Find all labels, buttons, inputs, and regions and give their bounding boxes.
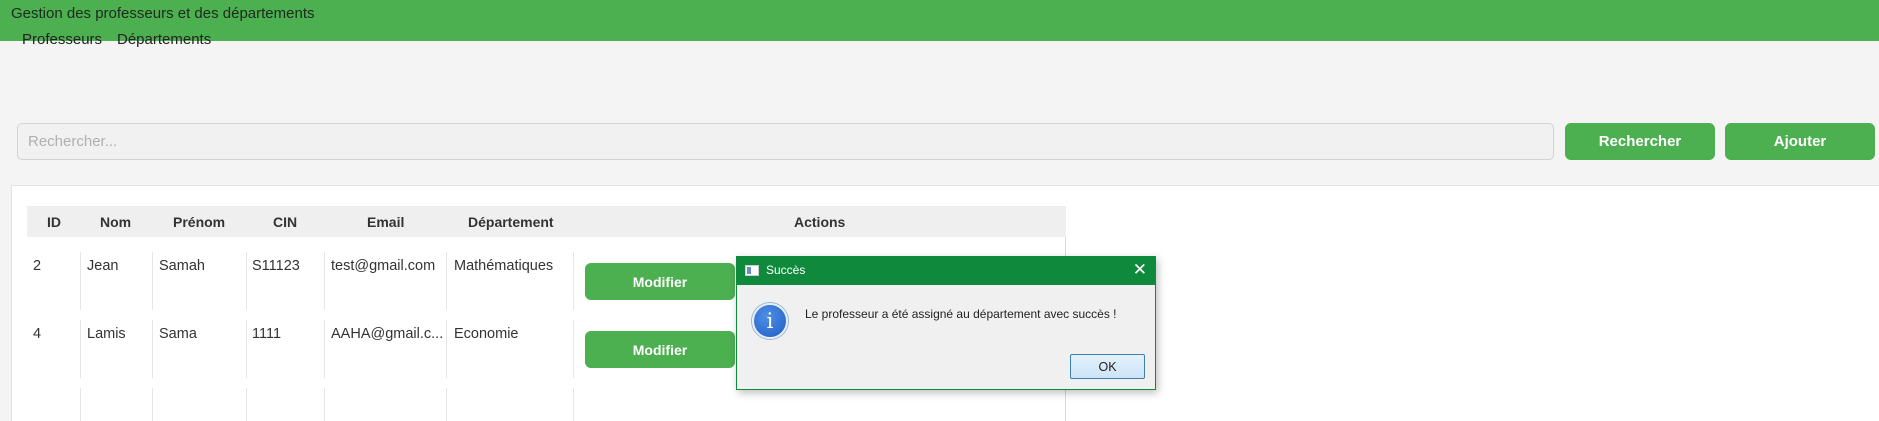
column-divider <box>573 252 574 310</box>
column-divider <box>446 320 447 378</box>
cell-id: 4 <box>33 326 42 342</box>
column-divider <box>80 252 81 310</box>
cell-email: AAHA@gmail.c... <box>331 326 443 342</box>
modify-button[interactable]: Modifier <box>585 263 735 300</box>
column-divider <box>324 388 325 421</box>
cell-nom: Jean <box>87 258 119 274</box>
column-divider <box>80 388 81 421</box>
ok-button[interactable]: OK <box>1070 354 1145 379</box>
info-icon: i <box>752 303 788 339</box>
menu-item-professeurs[interactable]: Professeurs <box>22 31 102 48</box>
search-input[interactable] <box>17 123 1554 160</box>
column-header-actions[interactable]: Actions <box>794 214 845 230</box>
cell-email: test@gmail.com <box>331 258 436 274</box>
column-divider <box>152 320 153 378</box>
window-icon <box>745 265 759 276</box>
column-divider <box>573 388 574 421</box>
dialog-message: Le professeur a été assigné au départeme… <box>805 307 1117 321</box>
cell-departement: Mathématiques <box>454 258 554 274</box>
cell-departement: Economie <box>454 326 519 342</box>
column-divider <box>152 388 153 421</box>
column-header-prenom[interactable]: Prénom <box>173 214 225 230</box>
app-title: Gestion des professeurs et des départeme… <box>11 5 315 22</box>
column-divider <box>246 388 247 421</box>
column-divider <box>446 388 447 421</box>
cell-id: 2 <box>33 258 42 274</box>
column-divider <box>573 320 574 378</box>
cell-prenom: Sama <box>159 326 197 342</box>
cell-nom: Lamis <box>87 326 126 342</box>
column-header-email[interactable]: Email <box>367 214 404 230</box>
cell-cin: S11123 <box>252 258 300 274</box>
column-header-nom[interactable]: Nom <box>100 214 131 230</box>
menu-item-departements[interactable]: Départements <box>117 31 211 48</box>
column-header-cin[interactable]: CIN <box>273 214 297 230</box>
modify-button[interactable]: Modifier <box>585 331 735 368</box>
table-header: ID Nom Prénom CIN Email Département Acti… <box>27 206 1066 237</box>
column-divider <box>246 252 247 310</box>
success-dialog: Succès ✕ i Le professeur a été assigné a… <box>736 256 1156 390</box>
column-divider <box>446 252 447 310</box>
cell-cin: 1111 <box>252 326 282 342</box>
column-divider <box>152 252 153 310</box>
column-header-departement[interactable]: Département <box>468 214 554 230</box>
column-divider <box>246 320 247 378</box>
search-button[interactable]: Rechercher <box>1565 123 1715 160</box>
cell-prenom: Samah <box>159 258 205 274</box>
dialog-title: Succès <box>766 263 806 277</box>
close-icon[interactable]: ✕ <box>1133 260 1147 280</box>
column-header-id[interactable]: ID <box>47 214 61 230</box>
column-divider <box>324 320 325 378</box>
column-divider <box>324 252 325 310</box>
dialog-titlebar[interactable]: Succès ✕ <box>737 257 1155 285</box>
add-button[interactable]: Ajouter <box>1725 123 1875 160</box>
column-divider <box>80 320 81 378</box>
app-header: Gestion des professeurs et des départeme… <box>0 0 1879 41</box>
